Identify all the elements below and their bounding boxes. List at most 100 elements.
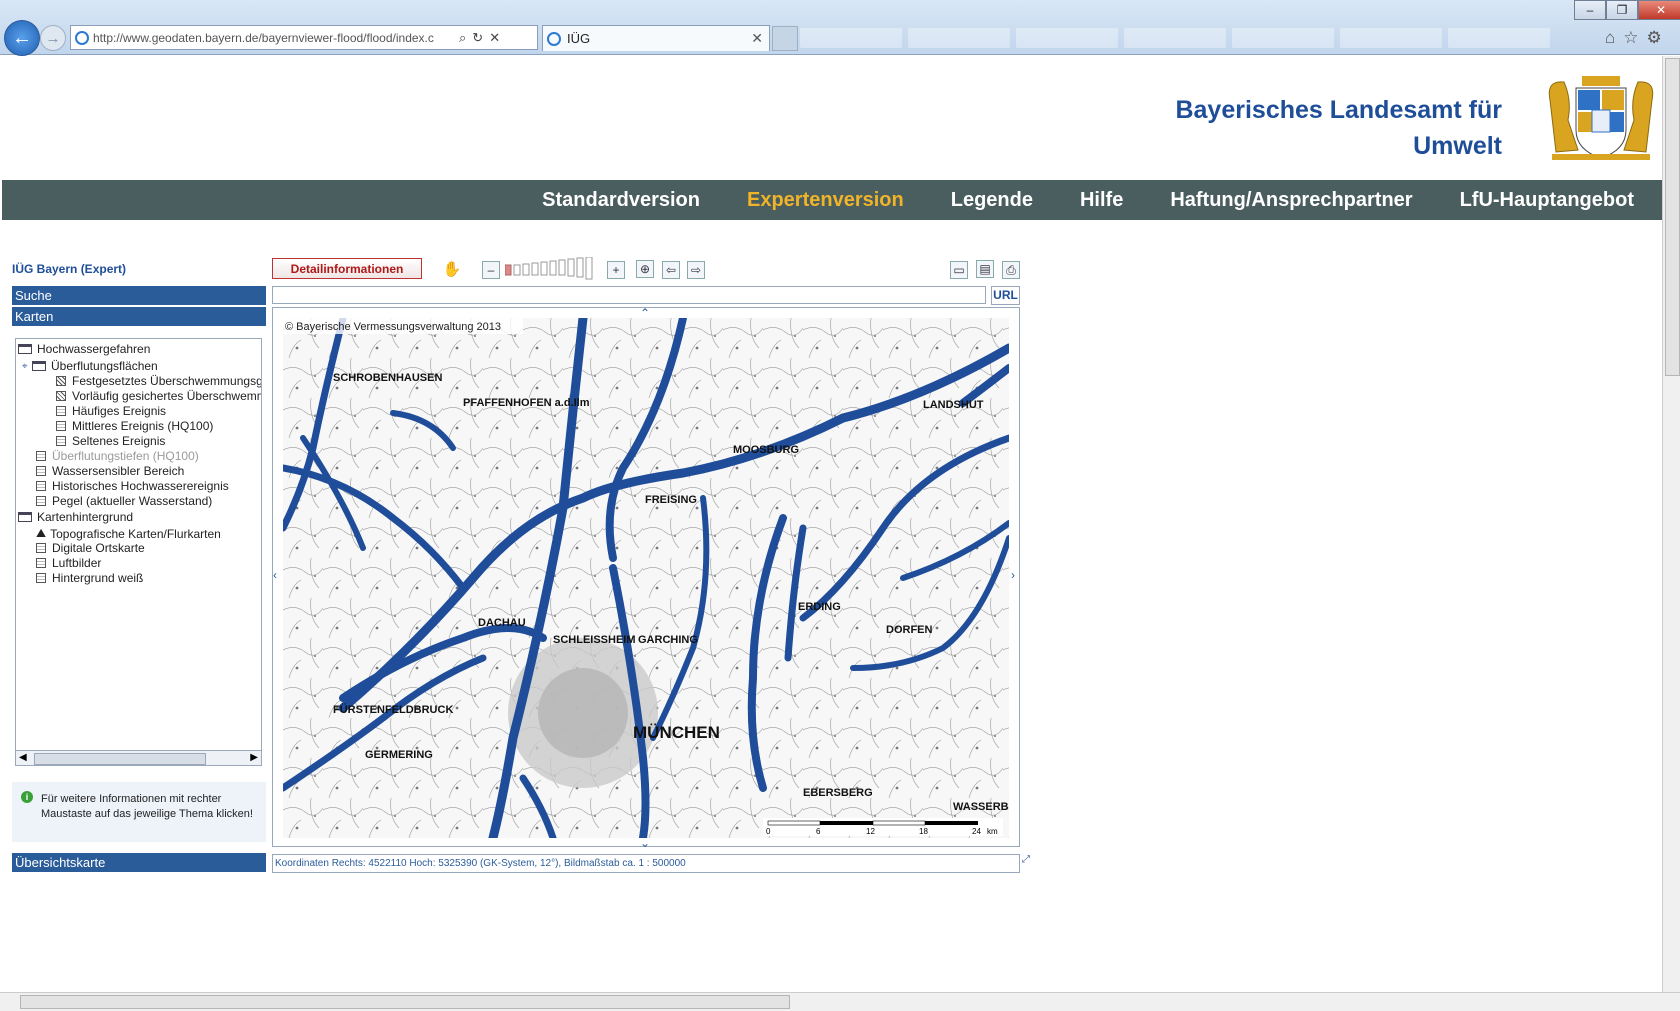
nav-legende[interactable]: Legende bbox=[951, 189, 1033, 212]
coordinates-readout: Koordinaten Rechts: 4522110 Hoch: 532539… bbox=[272, 854, 1020, 873]
layer-checkbox-icon[interactable] bbox=[36, 496, 46, 506]
background-tab[interactable] bbox=[1340, 28, 1442, 48]
background-tab[interactable] bbox=[1232, 28, 1334, 48]
layer-checkbox-icon[interactable] bbox=[56, 406, 66, 416]
tree-folder-ueberflutungsflaechen[interactable]: ⌖ Überflutungsflächen bbox=[22, 359, 158, 373]
favorites-star-icon[interactable]: ☆ bbox=[1623, 28, 1638, 48]
scrollbar-thumb[interactable] bbox=[34, 753, 206, 765]
layer-checkbox-icon[interactable] bbox=[56, 436, 66, 446]
background-tab[interactable] bbox=[1016, 28, 1118, 48]
scrollbar-thumb[interactable] bbox=[20, 995, 790, 1009]
pan-east-icon[interactable]: › bbox=[1011, 568, 1015, 582]
refresh-icon[interactable]: ↻ bbox=[472, 30, 483, 46]
home-icon[interactable]: ⌂ bbox=[1605, 28, 1615, 48]
flood-map[interactable]: SCHROBENHAUSEN PFAFFENHOFEN a.d.Ilm LAND… bbox=[283, 318, 1009, 838]
background-tab[interactable] bbox=[908, 28, 1010, 48]
layer-checkbox-icon[interactable] bbox=[36, 481, 46, 491]
overview-map-header[interactable]: Übersichtskarte bbox=[12, 853, 266, 872]
tree-folder-hochwassergefahren[interactable]: Hochwassergefahren bbox=[18, 342, 150, 356]
tree-layer-ortskarte[interactable]: Digitale Ortskarte bbox=[36, 541, 145, 555]
tree-layer-wassersensibel[interactable]: Wassersensibler Bereich bbox=[36, 464, 184, 478]
nav-expertenversion[interactable]: Expertenversion bbox=[747, 189, 904, 212]
tree-layer-luftbilder[interactable]: Luftbilder bbox=[36, 556, 101, 570]
map-town-label: ERDING bbox=[798, 601, 841, 613]
nav-standardversion[interactable]: Standardversion bbox=[542, 189, 700, 212]
layer-checkbox-icon[interactable] bbox=[36, 573, 46, 583]
zoom-out-button[interactable]: – bbox=[482, 261, 500, 279]
browser-tab[interactable]: IÜG ✕ bbox=[542, 25, 770, 51]
layer-checkbox-icon[interactable] bbox=[56, 391, 66, 401]
ie-icon bbox=[75, 30, 89, 45]
collapse-toggle-icon[interactable]: ⌖ bbox=[22, 361, 29, 372]
background-tab[interactable] bbox=[1448, 28, 1550, 48]
tree-layer-hintergrund-weiss[interactable]: Hintergrund weiß bbox=[36, 571, 143, 585]
map-town-label: FÜRSTENFELDBRUCK bbox=[333, 703, 453, 716]
measure-distance-icon[interactable]: ▭ bbox=[950, 261, 968, 279]
url-field[interactable] bbox=[272, 286, 986, 304]
tree-layer-haeufiges[interactable]: Häufiges Ereignis bbox=[56, 404, 166, 418]
window-controls: – ❐ ✕ bbox=[1574, 0, 1680, 20]
search-panel-header[interactable]: Suche bbox=[12, 286, 266, 305]
tree-layer-topografisch[interactable]: ⛰ Topografische Karten/Flurkarten bbox=[36, 526, 221, 541]
map-town-label: EBERSBERG bbox=[803, 787, 873, 799]
tree-layer-mittleres[interactable]: Mittleres Ereignis (HQ100) bbox=[56, 419, 213, 433]
settings-gear-icon[interactable]: ⚙ bbox=[1647, 28, 1662, 48]
scroll-left-icon[interactable]: ◀ bbox=[19, 752, 27, 763]
layer-checkbox-icon[interactable] bbox=[56, 376, 66, 386]
url-button[interactable]: URL bbox=[991, 286, 1020, 305]
minimize-button[interactable]: – bbox=[1574, 0, 1606, 20]
nav-lfu-hauptangebot[interactable]: LfU-Hauptangebot bbox=[1460, 189, 1634, 212]
scrollbar-thumb[interactable] bbox=[1665, 58, 1680, 376]
tree-layer-pegel[interactable]: Pegel (aktueller Wasserstand) bbox=[36, 494, 212, 508]
zoom-slider[interactable] bbox=[505, 257, 601, 281]
page-vertical-scrollbar[interactable] bbox=[1662, 56, 1680, 992]
new-tab-button[interactable] bbox=[772, 26, 798, 51]
maximize-map-icon[interactable]: ⤢ bbox=[1022, 854, 1034, 866]
page-horizontal-scrollbar[interactable] bbox=[0, 992, 1680, 1011]
zoom-in-button[interactable]: + bbox=[607, 261, 625, 279]
tree-layer-vorlaeufig[interactable]: Vorläufig gesichertes Überschwemmungsgeb… bbox=[56, 389, 261, 403]
maps-panel-header[interactable]: Karten bbox=[12, 307, 266, 326]
layer-checkbox-icon[interactable] bbox=[36, 466, 46, 476]
background-tab[interactable] bbox=[800, 28, 902, 48]
topo-layer-icon[interactable]: ⛰ bbox=[36, 526, 46, 541]
layer-tree: Hochwassergefahren ⌖ Überflutungsflächen … bbox=[15, 338, 262, 766]
tree-layer-historisch[interactable]: Historisches Hochwasserereignis bbox=[36, 479, 229, 493]
pan-hand-icon[interactable]: ✋ bbox=[443, 260, 462, 278]
previous-extent-icon[interactable]: ⇦ bbox=[662, 261, 680, 279]
address-bar[interactable]: http://www.geodaten.bayern.de/bayernview… bbox=[70, 25, 538, 50]
tree-horizontal-scrollbar[interactable]: ◀ ▶ bbox=[15, 750, 262, 766]
tree-layer-seltenes[interactable]: Seltenes Ereignis bbox=[56, 434, 165, 448]
pan-west-icon[interactable]: ‹ bbox=[273, 568, 277, 582]
background-tab[interactable] bbox=[1124, 28, 1226, 48]
tree-layer-ueberflutungstiefen[interactable]: Überflutungstiefen (HQ100) bbox=[36, 449, 199, 463]
map-copyright: © Bayerische Vermessungsverwaltung 2013 bbox=[285, 321, 501, 333]
search-icon[interactable]: ⌕ bbox=[459, 30, 466, 46]
back-button[interactable]: ← bbox=[4, 20, 40, 56]
zoom-box-icon[interactable]: ⊕ bbox=[636, 260, 654, 278]
map-town-label: GERMERING bbox=[365, 749, 433, 761]
measure-area-icon[interactable]: ▤ bbox=[976, 260, 994, 278]
layer-checkbox-icon[interactable] bbox=[36, 558, 46, 568]
layer-checkbox-icon[interactable] bbox=[56, 421, 66, 431]
print-icon[interactable]: ⎙ bbox=[1002, 261, 1020, 279]
browser-tools: ⌂ ☆ ⚙ bbox=[1605, 28, 1662, 48]
agency-title: Bayerisches Landesamt für Umwelt bbox=[1100, 92, 1502, 164]
scroll-right-icon[interactable]: ▶ bbox=[250, 752, 258, 763]
tab-favicon-icon bbox=[547, 31, 561, 46]
maximize-button[interactable]: ❐ bbox=[1606, 0, 1638, 20]
next-extent-icon[interactable]: ⇨ bbox=[687, 261, 705, 279]
pan-south-icon[interactable]: ⌄ bbox=[640, 836, 650, 850]
tab-close-icon[interactable]: ✕ bbox=[751, 30, 763, 47]
forward-button[interactable]: → bbox=[40, 25, 66, 51]
stop-icon[interactable]: ✕ bbox=[489, 30, 500, 46]
detail-info-button[interactable]: Detailinformationen bbox=[272, 258, 422, 279]
layer-checkbox-icon[interactable] bbox=[36, 543, 46, 553]
close-window-button[interactable]: ✕ bbox=[1638, 0, 1680, 20]
nav-hilfe[interactable]: Hilfe bbox=[1080, 189, 1123, 212]
tree-folder-kartenhintergrund[interactable]: Kartenhintergrund bbox=[18, 510, 133, 524]
tree-layer-festgesetztes[interactable]: Festgesetztes Überschwemmungsgebiet bbox=[56, 374, 261, 388]
scale-tick-label: 6 bbox=[816, 827, 821, 836]
layer-checkbox-icon[interactable] bbox=[36, 451, 46, 461]
nav-haftung[interactable]: Haftung/Ansprechpartner bbox=[1170, 189, 1412, 212]
